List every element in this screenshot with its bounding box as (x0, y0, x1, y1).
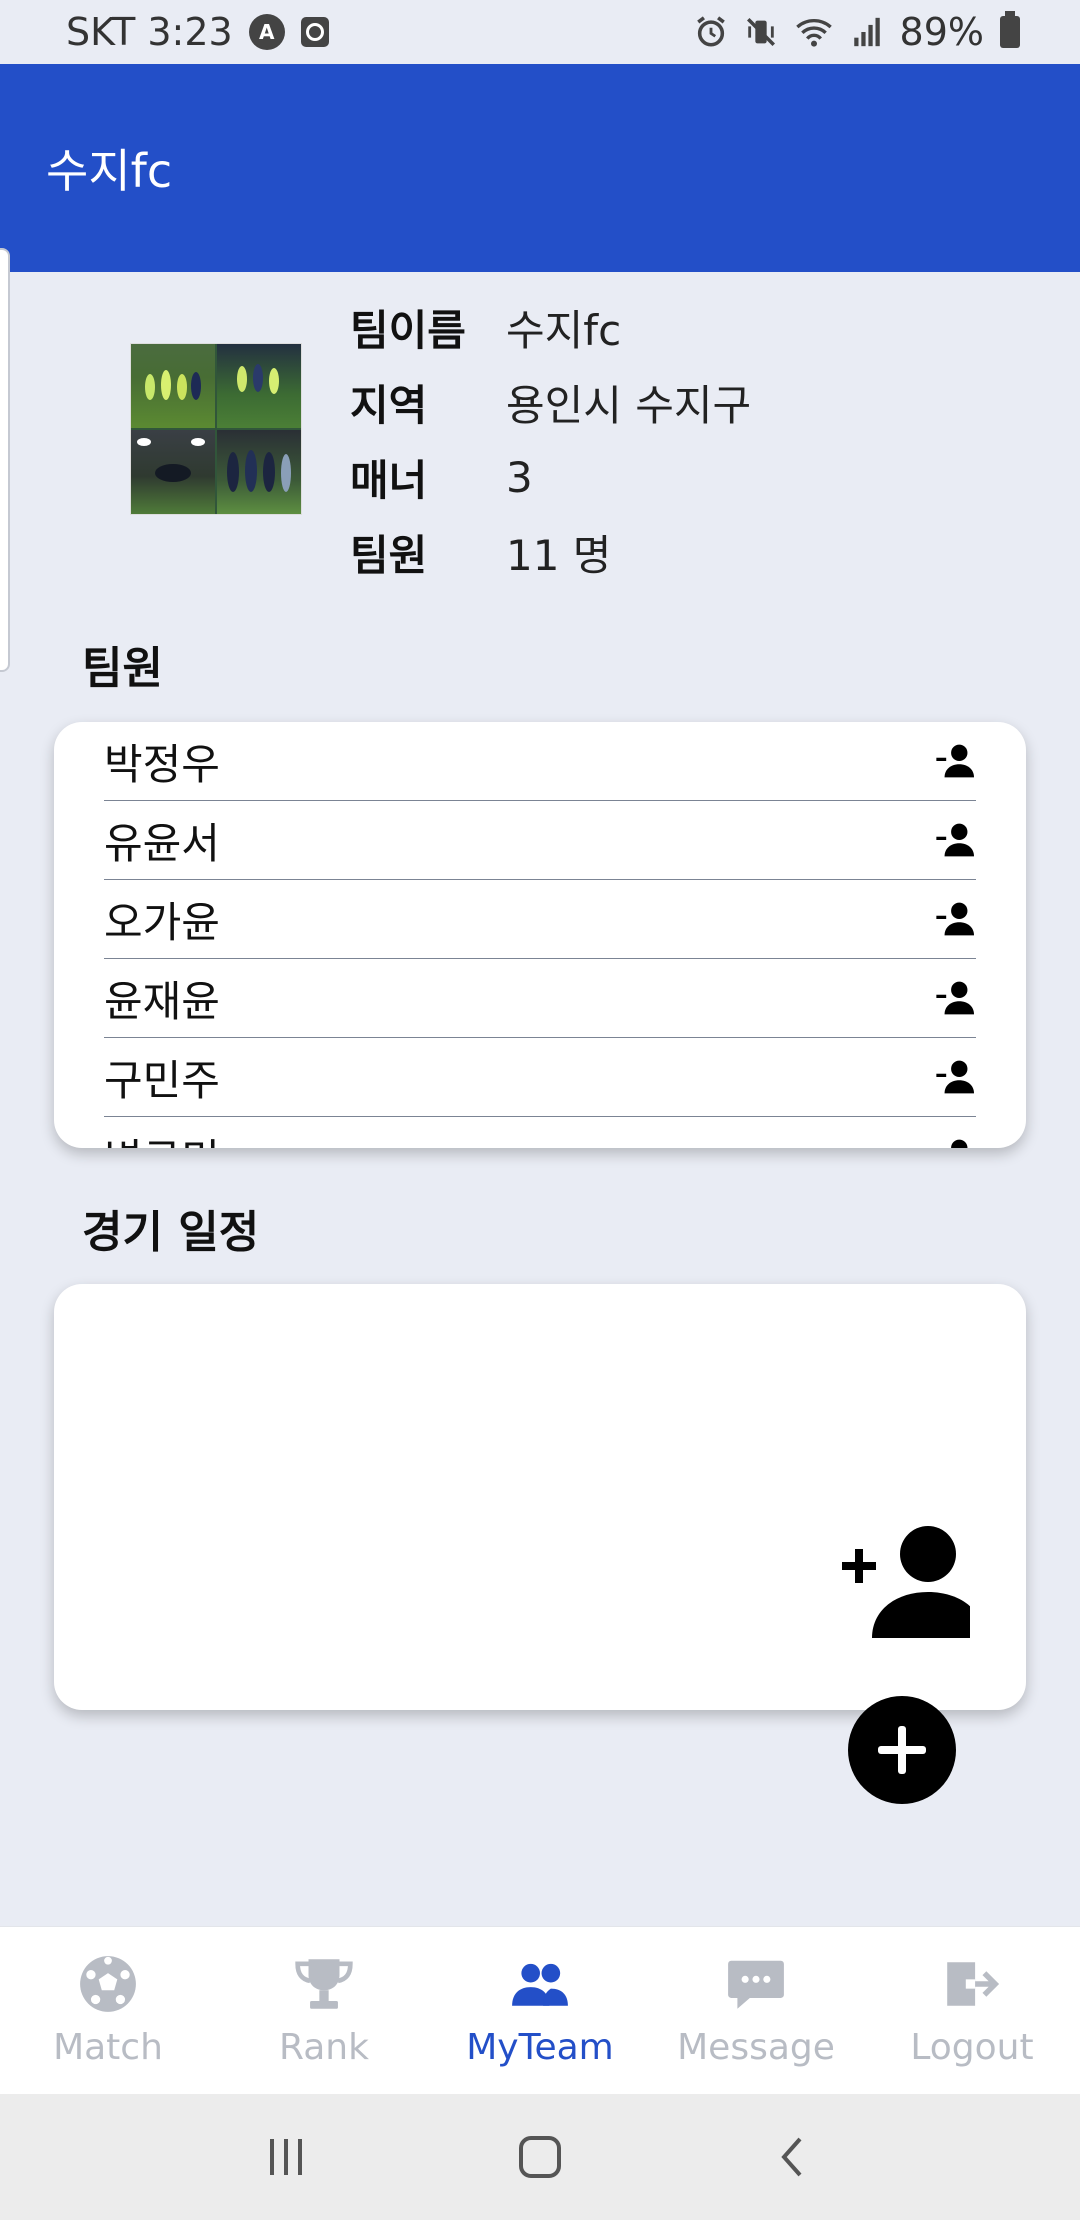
member-name: 변규민 (104, 1126, 220, 1149)
info-row-region: 지역 용인시 수지구 (350, 365, 751, 440)
back-icon[interactable] (772, 2135, 816, 2179)
nav-label: MyTeam (466, 2027, 614, 2068)
info-key: 팀원 (350, 531, 428, 580)
list-item[interactable]: 구민주 (104, 1038, 976, 1117)
team-photo-tile (217, 344, 301, 428)
battery-percent: 89% (899, 10, 984, 54)
team-photo-tile (131, 430, 215, 514)
member-name: 유윤서 (104, 818, 220, 868)
person-icon (936, 823, 974, 857)
nav-item-rank[interactable]: Rank (216, 1927, 432, 2094)
nav-item-logout[interactable]: Logout (864, 1927, 1080, 2094)
info-value: 11 명 (506, 531, 612, 580)
alarm-icon (696, 16, 725, 47)
vibrate-mute-icon (746, 17, 775, 47)
camera-badge-icon (300, 17, 329, 47)
drawer-handle[interactable] (0, 248, 10, 672)
person-icon (936, 744, 974, 778)
info-row-members: 팀원 11 명 (350, 515, 751, 590)
team-photo-tile (131, 344, 215, 428)
logout-icon (947, 1962, 1000, 2006)
members-section-title: 팀원 (82, 643, 163, 694)
info-row-team-name: 팀이름 수지fc (350, 290, 751, 365)
person-icon (936, 902, 974, 936)
member-name: 박정우 (104, 739, 220, 789)
team-photo-tile (217, 430, 301, 514)
info-row-manner: 매너 3 (350, 440, 751, 515)
battery-icon (1000, 11, 1020, 48)
info-value: 3 (506, 453, 533, 502)
member-name: 윤재윤 (104, 976, 220, 1026)
team-photo (130, 343, 302, 515)
list-item[interactable]: 변규민 (104, 1117, 976, 1148)
bottom-nav: Match Rank MyTeam Message Logout (0, 1926, 1080, 2094)
status-left: SKT 3:23 A (66, 10, 329, 54)
info-key: 팀이름 (350, 306, 466, 355)
person-icon (936, 981, 974, 1015)
list-item[interactable]: 윤재윤 (104, 959, 976, 1038)
info-key: 매너 (350, 456, 428, 505)
add-person-icon[interactable] (840, 1520, 970, 1640)
info-key: 지역 (350, 381, 428, 430)
add-button[interactable] (848, 1696, 956, 1804)
info-value: 수지fc (506, 306, 622, 355)
message-icon (728, 1960, 784, 2009)
nav-label: Match (53, 2027, 163, 2068)
status-right: 89% (694, 10, 1020, 54)
list-item[interactable]: 오가윤 (104, 880, 976, 959)
home-icon[interactable] (516, 2133, 564, 2181)
member-name: 구민주 (104, 1055, 220, 1105)
info-value: 용인시 수지구 (506, 381, 752, 430)
page-title: 수지fc (46, 144, 173, 198)
person-icon (951, 1139, 968, 1148)
member-name: 오가윤 (104, 897, 220, 947)
wifi-icon (795, 19, 832, 47)
nav-item-message[interactable]: Message (648, 1927, 864, 2094)
trophy-icon (295, 1959, 353, 2009)
schedule-card (54, 1284, 1026, 1710)
schedule-section-title: 경기 일정 (82, 1207, 260, 1258)
soccer-ball-icon (80, 1956, 136, 2012)
nav-item-match[interactable]: Match (0, 1927, 216, 2094)
carrier-time: SKT 3:23 (66, 10, 233, 54)
plus-icon (878, 1726, 926, 1774)
team-info: 팀이름 수지fc 지역 용인시 수지구 매너 3 팀원 11 명 (350, 290, 751, 590)
signal-icon (853, 17, 880, 47)
nav-label: Logout (910, 2027, 1034, 2068)
app-badge-icon: A (248, 14, 285, 50)
list-item[interactable]: 박정우 (104, 722, 976, 801)
app-bar: 수지fc (0, 64, 1080, 272)
list-item[interactable]: 유윤서 (104, 801, 976, 880)
team-icon (512, 1963, 568, 2006)
person-icon (936, 1060, 974, 1094)
system-nav (0, 2094, 1080, 2220)
nav-label: Rank (279, 2027, 369, 2068)
recents-icon[interactable] (264, 2135, 308, 2179)
nav-item-myteam[interactable]: MyTeam (432, 1927, 648, 2094)
members-card[interactable]: 박정우 유윤서 오가윤 윤재윤 구민주 변규민 (54, 722, 1026, 1148)
status-bar: SKT 3:23 A 89% (0, 0, 1080, 64)
nav-label: Message (677, 2027, 835, 2068)
